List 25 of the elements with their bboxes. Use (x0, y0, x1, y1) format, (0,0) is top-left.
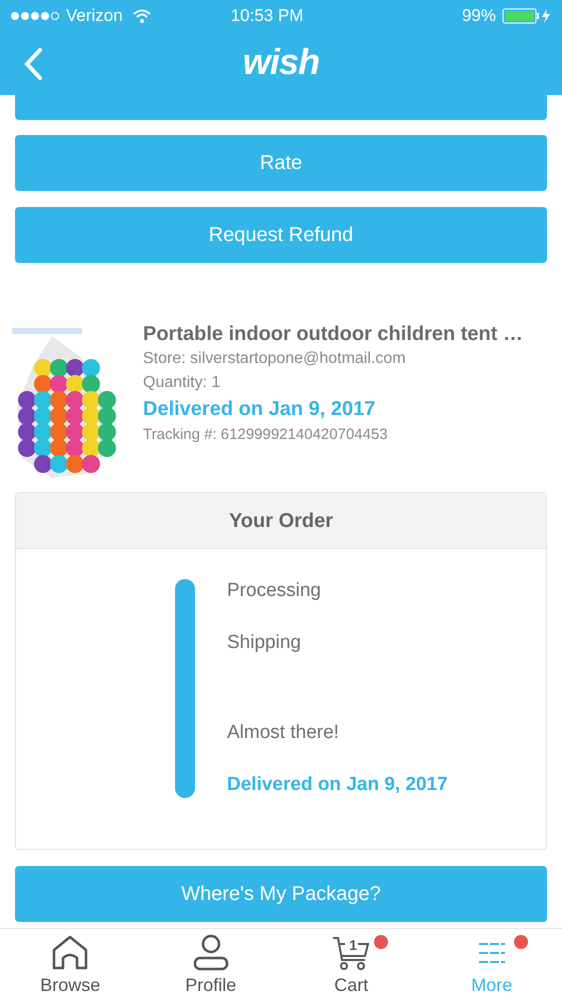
wish-logo: wish (242, 40, 320, 84)
battery-icon (502, 8, 552, 24)
carrier-name: Verizon (66, 5, 123, 28)
order-step: Processing (227, 579, 448, 603)
delivery-status: Delivered on Jan 9, 2017 (143, 397, 376, 422)
order-step: Almost there! (227, 721, 448, 745)
product-title[interactable]: Portable indoor outdoor children tent … (143, 321, 523, 347)
clock: 10:53 PM (230, 5, 304, 28)
signal-icon (10, 11, 60, 21)
tab-item[interactable]: Browse (0, 929, 140, 1000)
battery-percent: 99% (462, 5, 496, 28)
tab-item[interactable]: Profile (140, 929, 281, 1000)
order-title: Your Order (16, 493, 546, 549)
order-step: Delivered on Jan 9, 2017 (227, 773, 448, 797)
quantity-text: Quantity: 1 (143, 373, 222, 393)
tab-item[interactable]: 1 Cart (281, 929, 422, 1000)
store-text: Store: silverstartopone@hotmail.com (143, 349, 407, 369)
home-icon (51, 934, 90, 972)
tracking-number: Tracking #: 61299992140420704453 (143, 425, 389, 445)
order-step: Shipping (227, 631, 448, 655)
cart-icon (331, 934, 372, 972)
person-icon (192, 934, 230, 972)
cart-count: 1 (349, 938, 358, 952)
wifi-icon (132, 9, 151, 23)
back-icon[interactable] (23, 48, 43, 80)
